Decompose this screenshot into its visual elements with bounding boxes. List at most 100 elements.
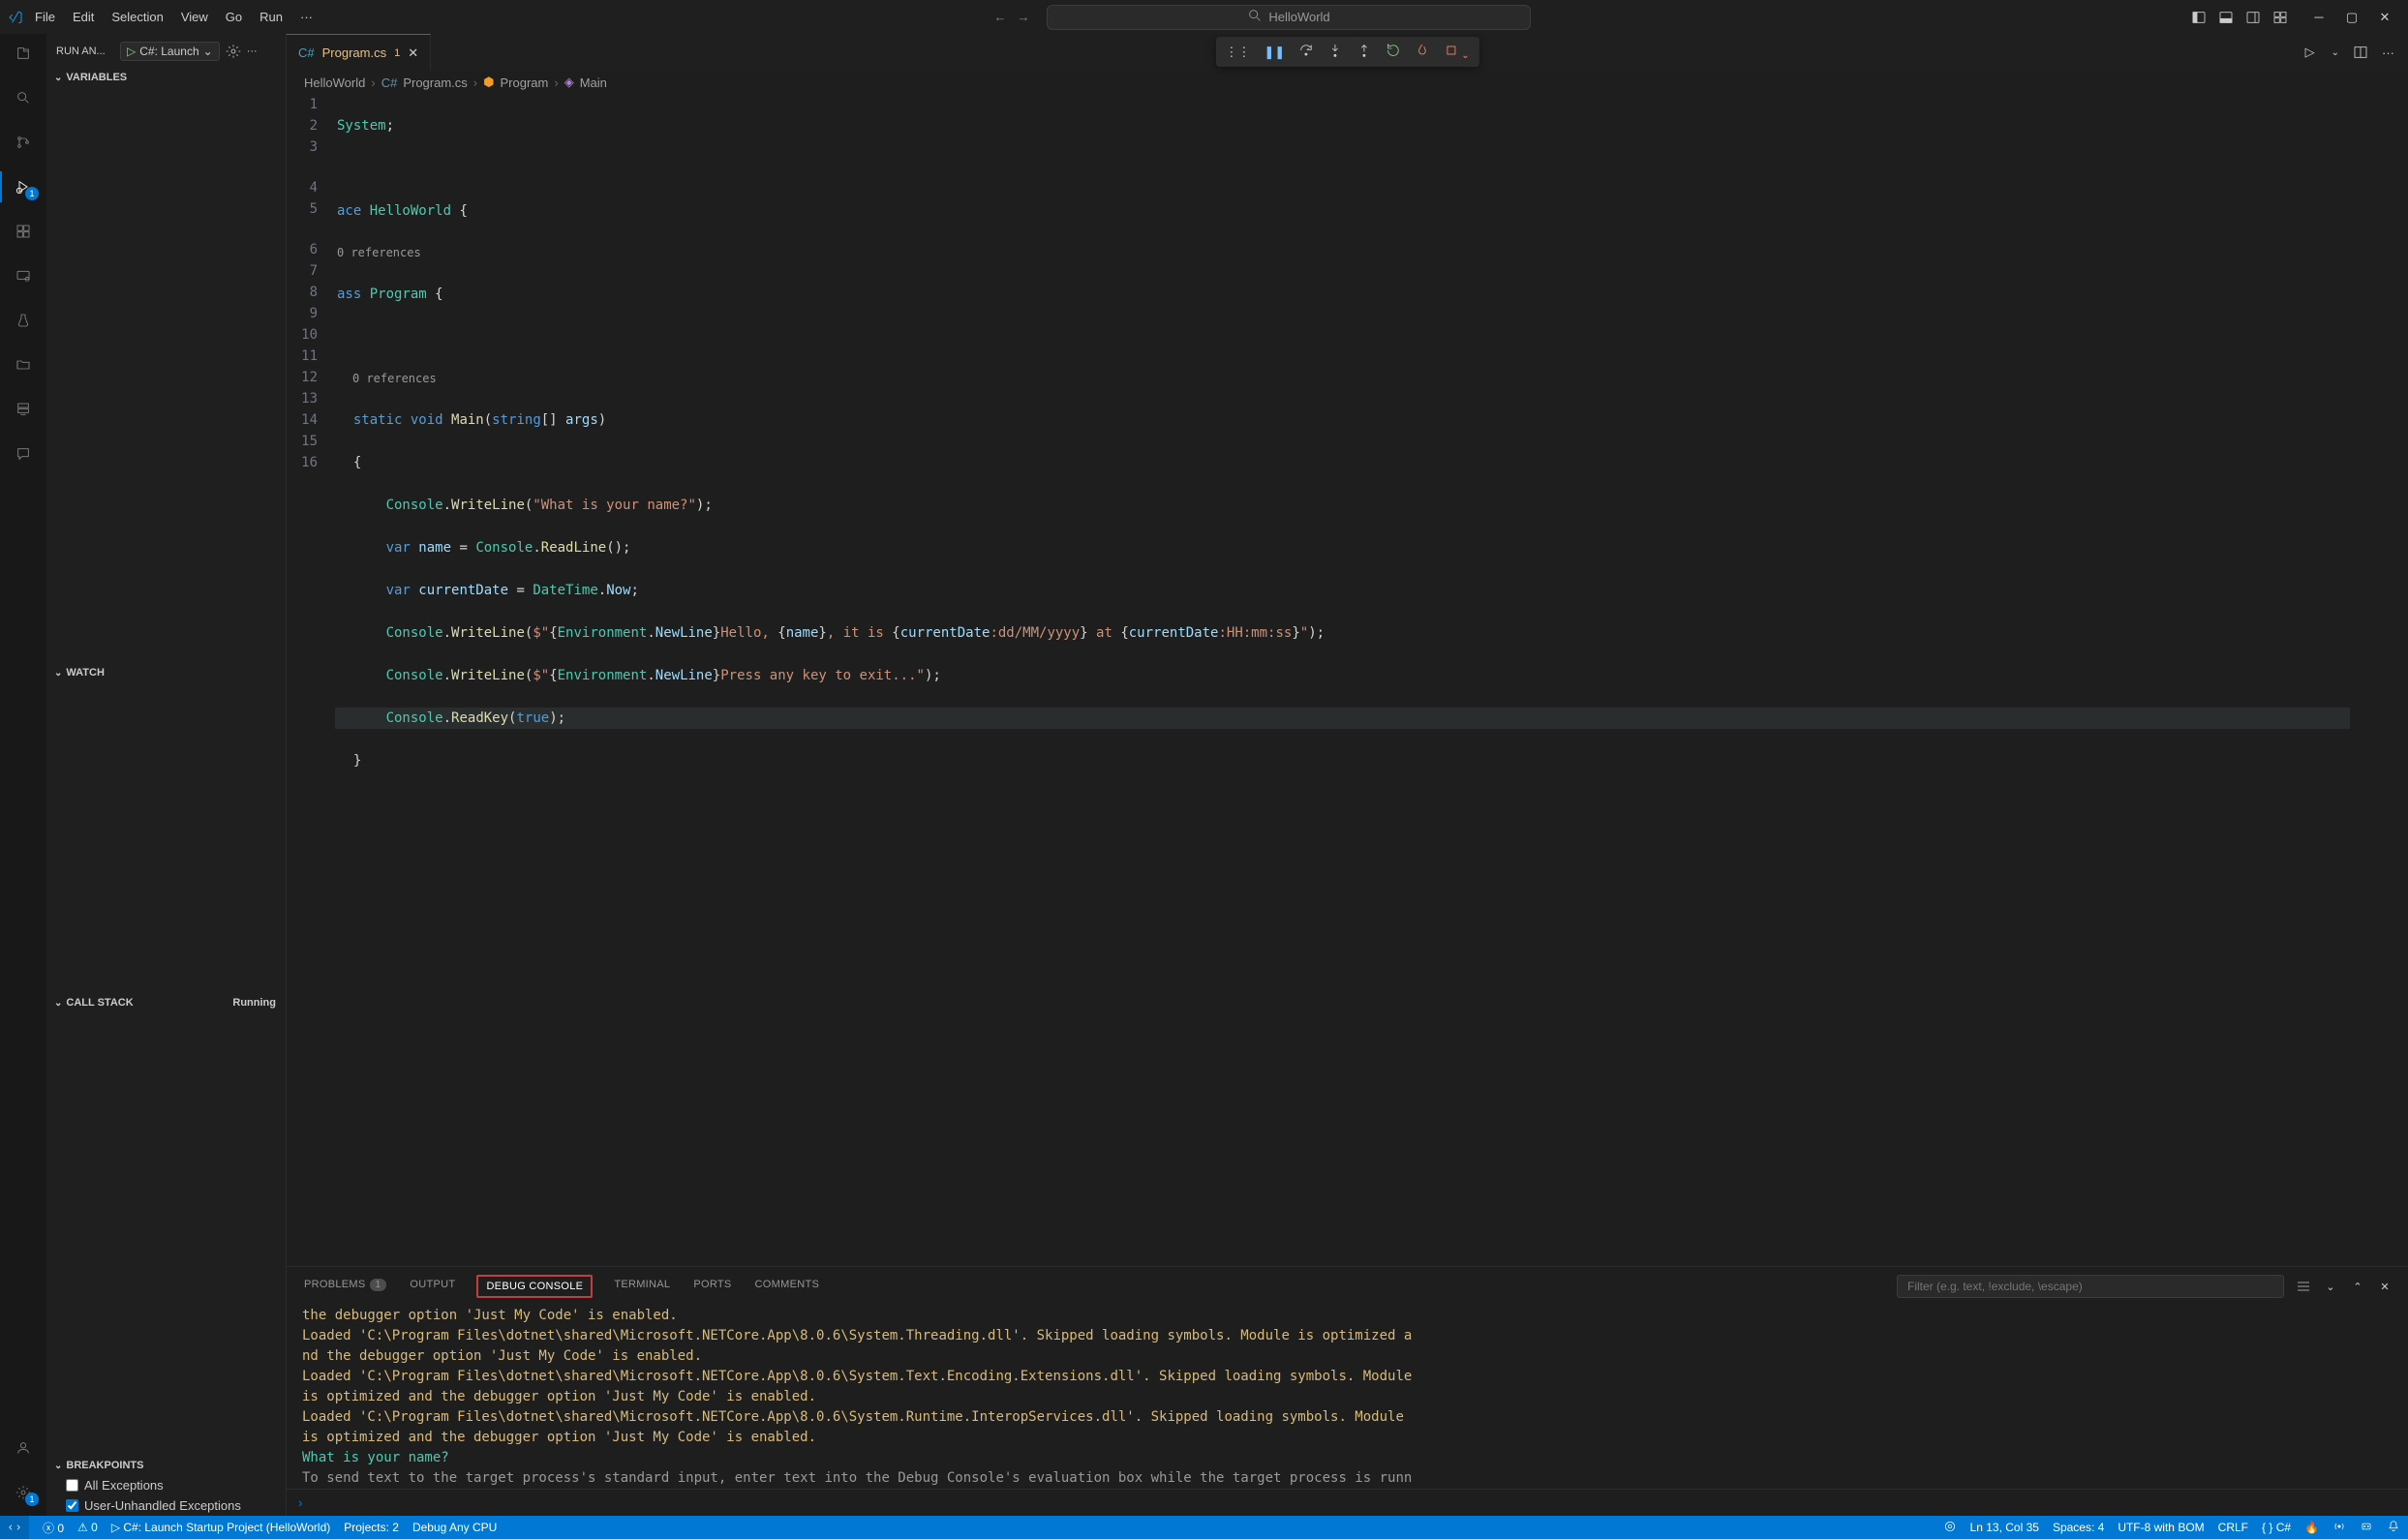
breadcrumb-class[interactable]: Program bbox=[500, 75, 548, 90]
launch-config-dropdown[interactable]: ▷ C#: Launch ⌄ bbox=[120, 42, 220, 61]
status-warnings[interactable]: ⚠ 0 bbox=[77, 1521, 98, 1534]
minimap[interactable] bbox=[2350, 94, 2408, 1266]
menu-file[interactable]: File bbox=[27, 6, 63, 28]
status-errors[interactable]: ⓧ 0 bbox=[43, 1520, 64, 1536]
step-over-icon[interactable] bbox=[1298, 43, 1314, 61]
status-eol[interactable]: CRLF bbox=[2218, 1521, 2248, 1534]
status-indentation[interactable]: Spaces: 4 bbox=[2053, 1521, 2104, 1534]
restart-icon[interactable] bbox=[1386, 43, 1401, 61]
status-target-icon[interactable] bbox=[1943, 1520, 1957, 1536]
search-text: HelloWorld bbox=[1268, 10, 1329, 24]
menu-selection[interactable]: Selection bbox=[104, 6, 170, 28]
activity-run-debug[interactable]: 1 bbox=[12, 175, 35, 198]
status-broadcast-icon[interactable] bbox=[2332, 1520, 2346, 1536]
panel-tab-ports[interactable]: PORTS bbox=[691, 1277, 733, 1296]
activity-settings[interactable]: 1 bbox=[12, 1481, 35, 1504]
breadcrumb-project[interactable]: HelloWorld bbox=[304, 75, 365, 90]
nav-forward-icon[interactable]: → bbox=[1016, 10, 1031, 25]
hot-reload-icon[interactable] bbox=[1415, 43, 1430, 61]
status-launch-config[interactable]: ▷ C#: Launch Startup Project (HelloWorld… bbox=[111, 1521, 330, 1534]
menu-more[interactable]: ··· bbox=[292, 6, 320, 28]
breadcrumb-file[interactable]: Program.cs bbox=[403, 75, 467, 90]
window-minimize-icon[interactable]: ─ bbox=[2311, 10, 2327, 25]
status-notifications-icon[interactable] bbox=[2387, 1520, 2400, 1536]
menu-edit[interactable]: Edit bbox=[65, 6, 102, 28]
pause-icon[interactable]: ❚❚ bbox=[1264, 45, 1285, 60]
more-icon[interactable]: ··· bbox=[2382, 45, 2394, 60]
drag-handle-icon[interactable]: ⋮⋮ bbox=[1225, 45, 1250, 60]
tab-program-cs[interactable]: C# Program.cs 1 ✕ bbox=[287, 34, 431, 71]
chevron-down-icon[interactable]: ⌄ bbox=[2332, 47, 2339, 58]
menu-bar: File Edit Selection View Go Run ··· bbox=[27, 6, 320, 28]
breakpoint-user-unhandled[interactable]: User-Unhandled Exceptions bbox=[46, 1495, 286, 1516]
panel-tab-comments[interactable]: COMMENTS bbox=[753, 1277, 822, 1296]
activity-source-control[interactable] bbox=[12, 131, 35, 154]
layout-sidebar-right-icon[interactable] bbox=[2245, 10, 2261, 25]
status-projects[interactable]: Projects: 2 bbox=[344, 1521, 399, 1534]
breadcrumb[interactable]: HelloWorld› C#Program.cs› ⬢Program› ◈Mai… bbox=[287, 71, 2408, 94]
menu-go[interactable]: Go bbox=[218, 6, 250, 28]
watch-section-header[interactable]: ⌄WATCH bbox=[46, 663, 286, 682]
step-into-icon[interactable] bbox=[1327, 43, 1343, 61]
activity-testing[interactable] bbox=[12, 309, 35, 332]
activity-remote[interactable] bbox=[12, 264, 35, 287]
codelens-method[interactable]: 0 references bbox=[335, 369, 2350, 388]
layout-sidebar-left-icon[interactable] bbox=[2191, 10, 2207, 25]
window-close-icon[interactable]: ✕ bbox=[2377, 10, 2393, 25]
status-fire-icon[interactable]: 🔥 bbox=[2304, 1521, 2319, 1534]
debug-sidebar: RUN AN... ▷ C#: Launch ⌄ ··· ⌄VARIABLES … bbox=[46, 34, 287, 1516]
tab-close-icon[interactable]: ✕ bbox=[408, 45, 418, 61]
remote-indicator[interactable] bbox=[0, 1516, 29, 1539]
callstack-section-header[interactable]: ⌄CALL STACK Running bbox=[46, 993, 286, 1012]
maximize-panel-icon[interactable]: ⌃ bbox=[2350, 1279, 2365, 1294]
status-copilot-icon[interactable] bbox=[2360, 1520, 2373, 1536]
bp-all-checkbox[interactable] bbox=[66, 1479, 78, 1492]
panel-tab-debug-console[interactable]: DEBUG CONSOLE bbox=[476, 1275, 593, 1298]
status-debug-config[interactable]: Debug Any CPU bbox=[412, 1521, 497, 1534]
more-icon[interactable]: ··· bbox=[247, 45, 258, 57]
status-cursor-position[interactable]: Ln 13, Col 35 bbox=[1970, 1521, 2039, 1534]
step-out-icon[interactable] bbox=[1356, 43, 1372, 61]
collapse-icon[interactable]: ⌄ bbox=[2323, 1279, 2338, 1294]
status-encoding[interactable]: UTF-8 with BOM bbox=[2118, 1521, 2204, 1534]
split-editor-icon[interactable] bbox=[2353, 45, 2368, 60]
settings-badge: 1 bbox=[25, 1493, 39, 1506]
debug-toolbar[interactable]: ⋮⋮ ❚❚ ⌄ bbox=[1215, 37, 1478, 67]
stop-icon[interactable]: ⌄ bbox=[1444, 43, 1469, 61]
panel-tab-terminal[interactable]: TERMINAL bbox=[612, 1277, 672, 1296]
menu-view[interactable]: View bbox=[173, 6, 216, 28]
nav-back-icon[interactable]: ← bbox=[992, 10, 1008, 25]
close-panel-icon[interactable]: ✕ bbox=[2377, 1279, 2393, 1294]
activity-folder[interactable] bbox=[12, 353, 35, 377]
command-center[interactable]: HelloWorld bbox=[1047, 5, 1531, 30]
codelens-class[interactable]: 0 references bbox=[335, 243, 2350, 262]
tab-modified-indicator: 1 bbox=[394, 47, 400, 59]
console-filter-input[interactable] bbox=[1897, 1275, 2284, 1298]
code-editor[interactable]: 123 45 678910111213141516 System; ace He… bbox=[287, 94, 2408, 1266]
debug-console-output[interactable]: the debugger option 'Just My Code' is en… bbox=[287, 1304, 2408, 1489]
chevron-down-icon: ⌄ bbox=[54, 1461, 62, 1471]
panel-tab-problems[interactable]: PROBLEMS1 bbox=[302, 1277, 388, 1296]
gear-icon[interactable] bbox=[226, 44, 241, 59]
activity-account[interactable] bbox=[12, 1436, 35, 1460]
breadcrumb-method[interactable]: Main bbox=[580, 75, 607, 90]
clear-console-icon[interactable] bbox=[2296, 1279, 2311, 1294]
menu-run[interactable]: Run bbox=[252, 6, 290, 28]
status-language[interactable]: { } C# bbox=[2262, 1521, 2291, 1534]
debug-console-input[interactable]: › bbox=[287, 1489, 2408, 1516]
bp-user-checkbox[interactable] bbox=[66, 1499, 78, 1512]
activity-comments[interactable] bbox=[12, 442, 35, 466]
layout-customize-icon[interactable] bbox=[2272, 10, 2288, 25]
run-icon[interactable]: ▷ bbox=[2302, 45, 2318, 60]
panel-tab-output[interactable]: OUTPUT bbox=[408, 1277, 457, 1296]
activity-search[interactable] bbox=[12, 86, 35, 109]
activity-server[interactable] bbox=[12, 398, 35, 421]
code-content[interactable]: System; ace HelloWorld { 0 references as… bbox=[335, 94, 2350, 1266]
breakpoints-section-header[interactable]: ⌄BREAKPOINTS bbox=[46, 1456, 286, 1475]
activity-explorer[interactable] bbox=[12, 42, 35, 65]
window-maximize-icon[interactable]: ▢ bbox=[2344, 10, 2360, 25]
breakpoint-all-exceptions[interactable]: All Exceptions bbox=[46, 1475, 286, 1495]
activity-extensions[interactable] bbox=[12, 220, 35, 243]
variables-section-header[interactable]: ⌄VARIABLES bbox=[46, 68, 286, 87]
layout-panel-icon[interactable] bbox=[2218, 10, 2234, 25]
